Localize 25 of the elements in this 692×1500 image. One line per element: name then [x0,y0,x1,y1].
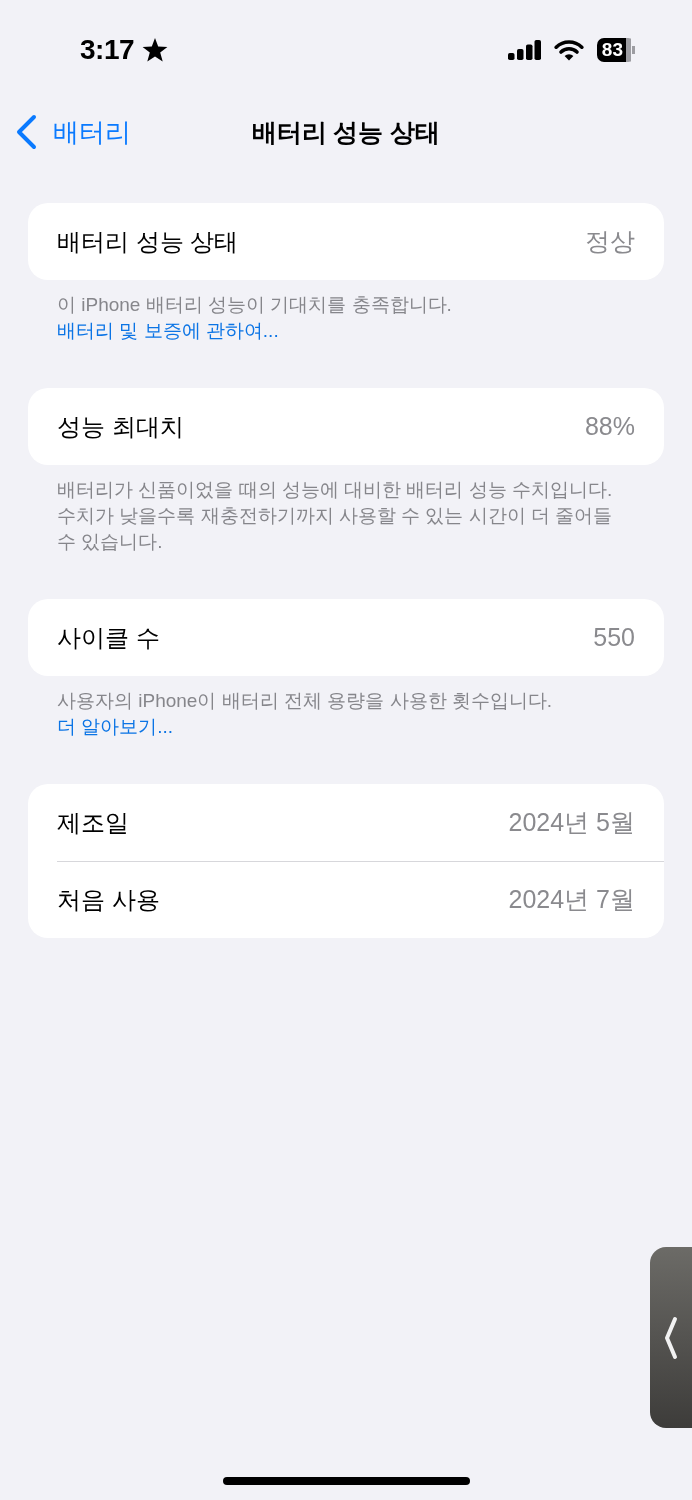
row-label: 처음 사용 [57,885,160,915]
footer-note: 사용자의 iPhone이 배터리 전체 용량을 사용한 횟수입니다. 더 알아보기... [56,689,554,739]
clock-time: 3:17 [80,36,135,64]
page-title: 배터리 성능 상태 [251,117,441,147]
signal-icon [507,40,541,60]
row-value: 2024년 7월 [508,884,635,916]
battery-indicator: 83 [596,38,635,62]
row-value: 88% [584,410,635,442]
row-label: 배터리 성능 상태 [57,226,239,257]
row-value: 정상 [585,225,635,257]
wifi-icon [553,39,584,61]
footer-link[interactable]: 배터리 및 보증에 관하여... [57,320,279,341]
row-label: 제조일 [57,807,129,838]
chevron-left-icon [15,114,37,150]
chevron-left-icon [664,1315,678,1360]
footer-note: 배터리가 신품이었을 때의 성능에 대비한 배터리 성능 수치입니다. 수치가 낮을수록 재충전하기까지 사용할 수 있는 시간이 더 줄어들 수 있습니다. [56,478,614,554]
row-value: 2024년 5월 [508,806,635,838]
footer-note: 이 iPhone 배터리 성능이 기대치를 충족합니다. 배터리 및 보증에 관하여... [56,293,453,343]
back-button[interactable]: 배터리 [15,112,131,152]
row-label: 성능 최대치 [57,411,184,442]
row-label: 사이클 수 [57,622,160,653]
footer-link[interactable]: 더 알아보기... [57,716,174,737]
side-tab[interactable] [650,1247,692,1428]
star-icon [142,37,169,63]
row-value: 550 [593,621,635,653]
